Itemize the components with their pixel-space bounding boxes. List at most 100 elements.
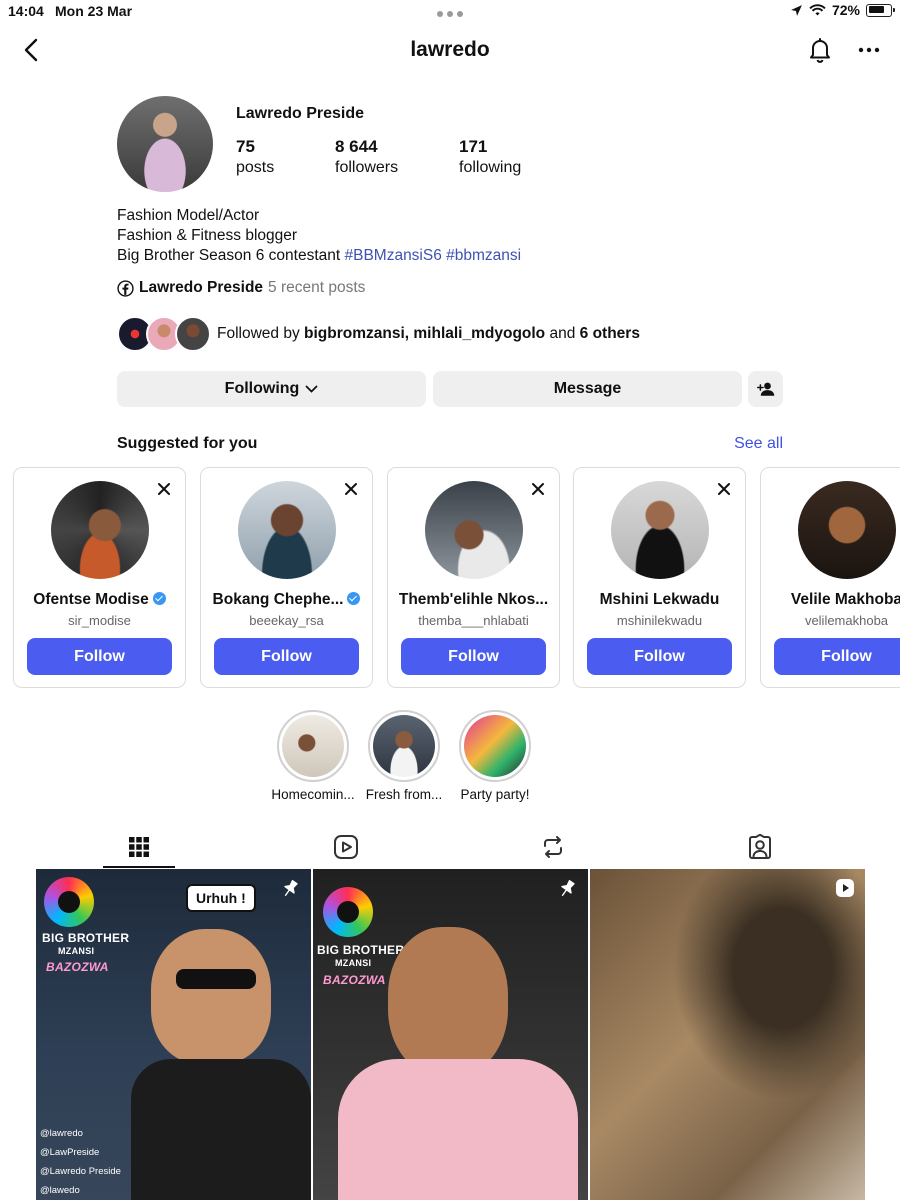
suggested-avatar[interactable] bbox=[611, 481, 709, 579]
status-right: 72% bbox=[790, 2, 895, 18]
more-options-icon[interactable] bbox=[856, 36, 882, 64]
tab-reposts[interactable] bbox=[517, 826, 589, 868]
post-handles: @lawredo @LawPreside @Lawredo Preside @l… bbox=[40, 1124, 121, 1200]
suggested-card[interactable]: Themb'elihle Nkos... themba___nhlabati F… bbox=[387, 467, 560, 688]
highlight-label: Fresh from... bbox=[365, 787, 443, 802]
suggested-avatar[interactable] bbox=[238, 481, 336, 579]
follow-button[interactable]: Follow bbox=[27, 638, 172, 675]
following-button[interactable]: Following bbox=[117, 371, 426, 407]
close-icon[interactable] bbox=[717, 482, 731, 496]
stat-posts-label: posts bbox=[236, 159, 275, 176]
suggested-handle: velilemakhoba bbox=[804, 613, 889, 628]
suggested-card[interactable]: Mshini Lekwadu mshinilekwadu Follow bbox=[573, 467, 746, 688]
suggested-avatar[interactable] bbox=[51, 481, 149, 579]
chevron-down-icon bbox=[305, 385, 318, 393]
location-icon bbox=[791, 4, 802, 16]
close-icon[interactable] bbox=[531, 482, 545, 496]
facebook-link[interactable]: Lawredo Preside 5 recent posts bbox=[117, 279, 365, 297]
post-thumbnail[interactable]: BIG BROTHER MZANSI BAZOZWA bbox=[313, 869, 588, 1200]
suggested-card[interactable]: Ofentse Modise sir_modise Follow bbox=[13, 467, 186, 688]
pin-icon bbox=[561, 879, 575, 897]
highlight-cover bbox=[464, 715, 526, 777]
follow-button[interactable]: Follow bbox=[401, 638, 546, 675]
suggested-name-text: Themb'elihle Nkos... bbox=[398, 591, 549, 608]
suggested-card[interactable]: Bokang Chephe... beeekay_rsa Follow bbox=[200, 467, 373, 688]
followed-prefix: Followed by bbox=[217, 325, 305, 342]
photo-shirt bbox=[338, 1059, 578, 1200]
suggested-card[interactable]: Velile Makhoba velilemakhoba Follow bbox=[760, 467, 900, 688]
repost-icon bbox=[544, 836, 562, 858]
illustration-vest bbox=[131, 1059, 311, 1200]
bio-line: Big Brother Season 6 contestant #BBMzans… bbox=[117, 246, 521, 266]
bio-line-text: Big Brother Season 6 contestant bbox=[117, 247, 345, 264]
suggested-title: Suggested for you bbox=[117, 435, 258, 452]
post-thumbnail[interactable] bbox=[590, 869, 865, 1200]
highlight-ring bbox=[368, 710, 440, 782]
posts-grid: BIG BROTHER MZANSI BAZOZWA Urhuh ! @lawr… bbox=[36, 869, 865, 1200]
follow-button[interactable]: Follow bbox=[774, 638, 900, 675]
highlight-cover bbox=[373, 715, 435, 777]
stat-followers-label: followers bbox=[335, 159, 399, 176]
story-highlight[interactable]: Homecomin... bbox=[263, 710, 363, 802]
stat-posts-count: 75 bbox=[236, 137, 255, 156]
post-text: BIG BROTHER bbox=[317, 943, 405, 957]
stat-following-label: following bbox=[459, 159, 522, 176]
tab-grid[interactable] bbox=[103, 826, 175, 868]
add-person-button[interactable] bbox=[748, 371, 783, 407]
post-thumbnail[interactable]: BIG BROTHER MZANSI BAZOZWA Urhuh ! @lawr… bbox=[36, 869, 311, 1200]
post-text: MZANSI bbox=[58, 946, 95, 956]
followed-by[interactable]: Followed by bigbromzansi, mihlali_mdyogo… bbox=[117, 316, 640, 352]
close-icon[interactable] bbox=[157, 482, 171, 496]
suggested-avatar[interactable] bbox=[798, 481, 896, 579]
bio: Fashion Model/Actor Fashion & Fitness bl… bbox=[117, 206, 521, 266]
add-person-icon bbox=[756, 382, 774, 396]
status-time: 14:04 bbox=[8, 3, 44, 19]
close-icon[interactable] bbox=[344, 482, 358, 496]
story-highlight[interactable]: Party party! bbox=[445, 710, 545, 802]
hashtag-link[interactable]: #bbmzansi bbox=[446, 247, 521, 264]
suggested-name-text: Velile Makhoba bbox=[790, 591, 900, 608]
tab-tagged[interactable] bbox=[724, 826, 796, 868]
message-button[interactable]: Message bbox=[433, 371, 742, 407]
status-bar: 14:04 Mon 23 Mar 72% bbox=[0, 0, 900, 24]
facebook-name: Lawredo Preside bbox=[139, 279, 264, 296]
suggested-name: Bokang Chephe... bbox=[207, 591, 366, 609]
battery-percent: 72% bbox=[831, 2, 860, 18]
multitasking-dots-icon[interactable] bbox=[437, 11, 463, 17]
suggested-name-text: Bokang Chephe... bbox=[212, 591, 344, 608]
highlight-cover bbox=[282, 715, 344, 777]
suggested-avatar[interactable] bbox=[425, 481, 523, 579]
suggested-handle: themba___nhlabati bbox=[418, 613, 529, 628]
post-handle: @lawedo bbox=[40, 1185, 80, 1196]
stat-following-count: 171 bbox=[459, 137, 488, 156]
reel-badge-icon bbox=[836, 879, 854, 897]
big-brother-logo-icon bbox=[323, 887, 373, 937]
reels-icon bbox=[334, 835, 358, 859]
bio-line: Fashion & Fitness blogger bbox=[117, 227, 298, 244]
page-title: lawredo bbox=[410, 38, 490, 61]
bell-icon[interactable] bbox=[806, 36, 834, 64]
bio-line: Fashion Model/Actor bbox=[117, 207, 260, 224]
hashtag-link[interactable]: #BBMzansiS6 bbox=[344, 247, 441, 264]
followed-others: 6 others bbox=[579, 325, 640, 342]
status-date: Mon 23 Mar bbox=[55, 3, 133, 19]
see-all-link[interactable]: See all bbox=[734, 435, 783, 453]
post-text: BIG BROTHER bbox=[42, 931, 130, 945]
tab-reels[interactable] bbox=[310, 826, 382, 868]
highlight-label: Homecomin... bbox=[271, 787, 355, 802]
stat-following[interactable]: 171 following bbox=[459, 137, 521, 177]
follow-button[interactable]: Follow bbox=[214, 638, 359, 675]
stat-followers[interactable]: 8 644 followers bbox=[335, 137, 398, 177]
profile-avatar[interactable] bbox=[117, 96, 213, 192]
mutual-avatar bbox=[175, 316, 211, 352]
follow-button[interactable]: Follow bbox=[587, 638, 732, 675]
stat-posts[interactable]: 75 posts bbox=[236, 137, 274, 177]
suggested-name-text: Ofentse Modise bbox=[33, 591, 149, 608]
grid-icon bbox=[129, 837, 149, 857]
story-highlight[interactable]: Fresh from... bbox=[354, 710, 454, 802]
followed-and: and bbox=[545, 325, 580, 342]
pin-icon bbox=[284, 879, 298, 897]
profile-tabs bbox=[0, 826, 900, 868]
verified-badge-icon bbox=[347, 592, 361, 605]
facebook-icon bbox=[117, 279, 134, 297]
